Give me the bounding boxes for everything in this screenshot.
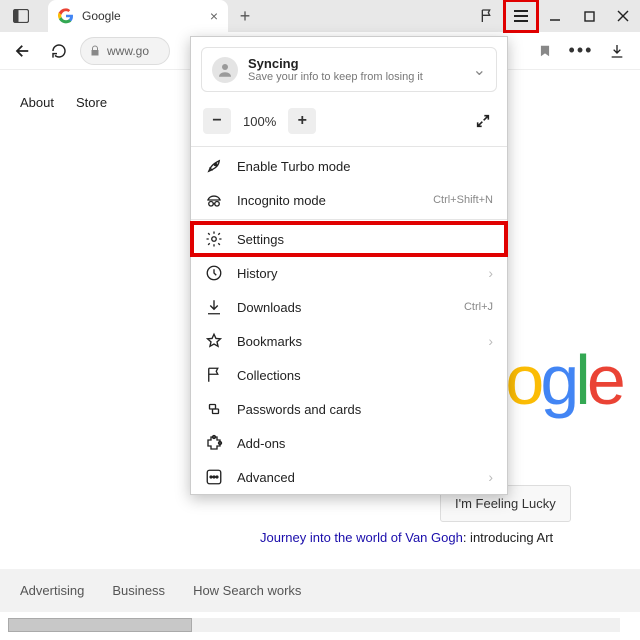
- hamburger-icon: [513, 9, 529, 23]
- page-footer: Advertising Business How Search works: [0, 569, 640, 612]
- chevron-right-icon: ›: [488, 469, 493, 485]
- menu-item-passwords[interactable]: Passwords and cards: [191, 392, 507, 426]
- titlebar-right: [470, 0, 640, 32]
- promo-link[interactable]: Journey into the world of Van Gogh: [260, 530, 463, 545]
- sync-card[interactable]: Syncing Save your info to keep from losi…: [201, 47, 497, 92]
- reload-button[interactable]: [44, 36, 74, 66]
- fullscreen-icon: [475, 113, 491, 129]
- lock-icon: [89, 45, 101, 57]
- zoom-in-button[interactable]: +: [288, 108, 316, 134]
- flag-icon: [479, 8, 495, 24]
- download-icon: [205, 298, 223, 316]
- downloads-toolbar-button[interactable]: [602, 36, 632, 66]
- chevron-down-icon: ⌄: [473, 60, 486, 80]
- page-nav: About Store: [20, 95, 107, 110]
- rocket-icon: [205, 157, 223, 175]
- more-icon: [205, 468, 223, 486]
- titlebar: Google × +: [0, 0, 640, 32]
- tab-title: Google: [82, 9, 202, 23]
- sync-title: Syncing: [248, 56, 423, 71]
- passwords-icon: [205, 400, 223, 418]
- footer-how-search-works[interactable]: How Search works: [193, 583, 301, 598]
- bookmark-icon: [538, 43, 552, 59]
- more-button[interactable]: •••: [566, 36, 596, 66]
- maximize-icon: [584, 11, 595, 22]
- sync-subtitle: Save your info to keep from losing it: [248, 71, 423, 83]
- scrollbar-thumb[interactable]: [8, 618, 192, 632]
- panel-icon: [13, 9, 29, 23]
- footer-business[interactable]: Business: [112, 583, 165, 598]
- collections-icon: [205, 366, 223, 384]
- back-button[interactable]: [8, 36, 38, 66]
- zoom-out-button[interactable]: −: [203, 108, 231, 134]
- menu-item-collections[interactable]: Collections: [191, 358, 507, 392]
- menu-item-advanced[interactable]: Advanced ›: [191, 460, 507, 494]
- footer-advertising[interactable]: Advertising: [20, 583, 84, 598]
- menu-item-incognito[interactable]: Incognito mode Ctrl+Shift+N: [191, 183, 507, 217]
- minimize-icon: [549, 10, 561, 22]
- chevron-right-icon: ›: [488, 265, 493, 281]
- chevron-right-icon: ›: [488, 333, 493, 349]
- window-minimize[interactable]: [538, 0, 572, 32]
- tab-close[interactable]: ×: [210, 8, 218, 24]
- fullscreen-button[interactable]: [471, 109, 495, 133]
- puzzle-icon: [205, 434, 223, 452]
- google-g-icon: [58, 8, 74, 24]
- nav-store[interactable]: Store: [76, 95, 107, 110]
- collections-titlebar-button[interactable]: [470, 0, 504, 32]
- zoom-value: 100%: [235, 114, 284, 129]
- nav-about[interactable]: About: [20, 95, 54, 110]
- menu-item-downloads[interactable]: Downloads Ctrl+J: [191, 290, 507, 324]
- reload-icon: [51, 43, 67, 59]
- promo-tail: : introducing Art: [463, 530, 553, 545]
- url-text: www.go: [107, 44, 149, 58]
- incognito-icon: [205, 191, 223, 209]
- menu-item-history[interactable]: History ›: [191, 256, 507, 290]
- horizontal-scrollbar[interactable]: [8, 618, 620, 632]
- browser-tab[interactable]: Google ×: [48, 0, 228, 32]
- close-icon: [617, 10, 629, 22]
- window-maximize[interactable]: [572, 0, 606, 32]
- menu-item-addons[interactable]: Add-ons: [191, 426, 507, 460]
- history-icon: [205, 264, 223, 282]
- address-bar[interactable]: www.go: [80, 37, 170, 65]
- arrow-left-icon: [14, 42, 32, 60]
- hamburger-menu-button[interactable]: [504, 0, 538, 32]
- star-icon: [205, 332, 223, 350]
- bookmark-button[interactable]: [530, 36, 560, 66]
- main-menu-popup: Syncing Save your info to keep from losi…: [190, 36, 508, 495]
- menu-item-bookmarks[interactable]: Bookmarks ›: [191, 324, 507, 358]
- zoom-row: − 100% +: [191, 102, 507, 144]
- avatar-icon: [212, 57, 238, 83]
- menu-item-settings[interactable]: Settings: [191, 222, 507, 256]
- download-icon: [609, 43, 625, 59]
- promo-line: Journey into the world of Van Gogh: intr…: [260, 530, 553, 545]
- window-close[interactable]: [606, 0, 640, 32]
- sidebar-toggle[interactable]: [0, 9, 42, 23]
- new-tab-button[interactable]: +: [228, 6, 262, 27]
- tab-favicon: [58, 8, 74, 24]
- gear-icon: [205, 230, 223, 248]
- titlebar-left: Google × +: [0, 0, 262, 32]
- menu-item-turbo[interactable]: Enable Turbo mode: [191, 149, 507, 183]
